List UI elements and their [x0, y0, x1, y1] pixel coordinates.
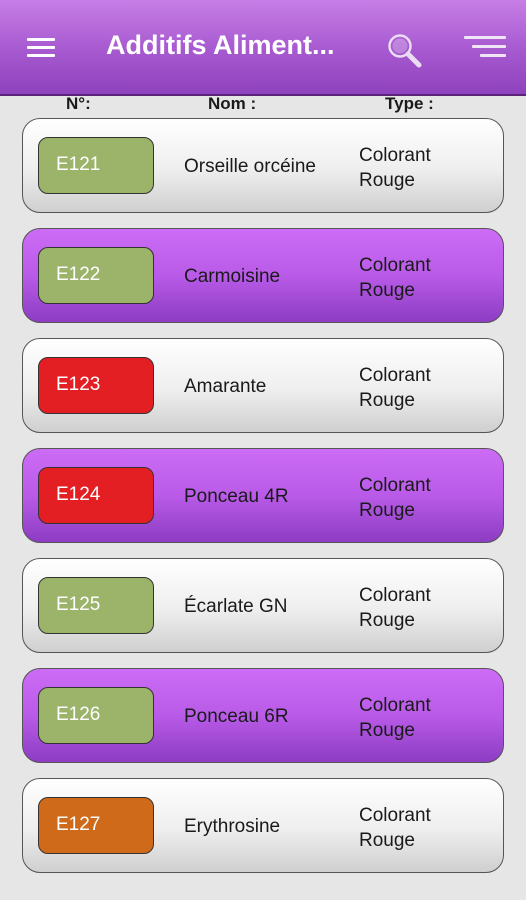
additive-type: Colorant Rouge [359, 143, 431, 193]
additive-type: Colorant Rouge [359, 473, 431, 523]
list-item[interactable]: E124 Ponceau 4R Colorant Rouge [22, 448, 504, 543]
additive-code-badge: E123 [38, 357, 154, 414]
search-icon[interactable] [386, 32, 422, 68]
additive-type-line1: Colorant [359, 805, 431, 826]
additive-name: Erythrosine [184, 816, 281, 837]
additive-type: Colorant Rouge [359, 363, 431, 413]
additive-type-line1: Colorant [359, 365, 431, 386]
additive-type-line2: Rouge [359, 830, 415, 851]
additive-type: Colorant Rouge [359, 693, 431, 743]
additive-code-badge: E124 [38, 467, 154, 524]
additive-type-line1: Colorant [359, 255, 431, 276]
additive-type-line1: Colorant [359, 475, 431, 496]
additive-type: Colorant Rouge [359, 803, 431, 853]
list-item[interactable]: E125 Écarlate GN Colorant Rouge [22, 558, 504, 653]
additive-code-badge: E122 [38, 247, 154, 304]
additive-name: Ponceau 6R [184, 706, 289, 727]
additive-type-line1: Colorant [359, 695, 431, 716]
additive-name: Ponceau 4R [184, 486, 289, 507]
additive-type: Colorant Rouge [359, 253, 431, 303]
hamburger-menu-icon[interactable] [27, 38, 55, 58]
list-item[interactable]: E122 Carmoisine Colorant Rouge [22, 228, 504, 323]
additive-code-badge: E125 [38, 577, 154, 634]
additive-type-line2: Rouge [359, 280, 415, 301]
additive-type-line2: Rouge [359, 610, 415, 631]
additive-name: Carmoisine [184, 266, 281, 287]
additive-type-line2: Rouge [359, 170, 415, 191]
additive-type-line1: Colorant [359, 585, 431, 606]
column-header-number: N°: [66, 94, 91, 113]
app-bar: Additifs Aliment... [0, 0, 526, 96]
sort-icon[interactable] [464, 36, 506, 64]
additive-name: Écarlate GN [184, 596, 288, 617]
additive-name: Orseille orcéine [184, 156, 316, 177]
page-title: Additifs Aliment... [106, 30, 335, 60]
additive-type-line2: Rouge [359, 720, 415, 741]
additive-name: Amarante [184, 376, 267, 397]
column-header-name: Nom : [208, 94, 257, 113]
additive-type-line2: Rouge [359, 500, 415, 521]
additive-type-line2: Rouge [359, 390, 415, 411]
list-item[interactable]: E127 Erythrosine Colorant Rouge [22, 778, 504, 873]
additive-code-badge: E127 [38, 797, 154, 854]
additives-list: E121 Orseille orcéine Colorant Rouge E122 Car… [22, 118, 504, 888]
list-item[interactable]: E126 Ponceau 6R Colorant Rouge [22, 668, 504, 763]
list-item[interactable]: E123 Amarante Colorant Rouge [22, 338, 504, 433]
additive-type-line1: Colorant [359, 145, 431, 166]
list-item[interactable]: E121 Orseille orcéine Colorant Rouge [22, 118, 504, 213]
additive-code-badge: E121 [38, 137, 154, 194]
additive-type: Colorant Rouge [359, 583, 431, 633]
column-header-type: Type : [385, 94, 434, 113]
additive-code-badge: E126 [38, 687, 154, 744]
